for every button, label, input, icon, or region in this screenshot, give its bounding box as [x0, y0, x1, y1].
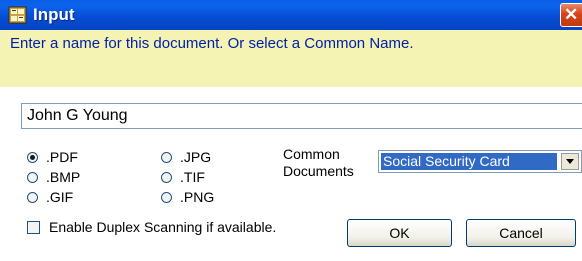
prompt-text: Enter a name for this document. Or selec…	[10, 35, 414, 52]
format-radio-tif[interactable]: .TIF	[161, 169, 205, 185]
duplex-checkbox[interactable]	[27, 220, 40, 234]
close-button[interactable]: ✕	[560, 3, 582, 27]
radio-button[interactable]	[27, 171, 38, 183]
common-documents-label: Common Documents	[283, 146, 354, 180]
common-documents-select[interactable]: Social Security Card	[378, 150, 582, 173]
dropdown-button[interactable]	[561, 153, 579, 170]
common-documents-label-line2: Documents	[283, 163, 354, 179]
format-radio-png[interactable]: .PNG	[161, 189, 214, 205]
format-radio-bmp[interactable]: .BMP	[27, 169, 80, 185]
format-label: .JPG	[180, 149, 212, 165]
radio-button[interactable]	[161, 151, 172, 163]
radio-button[interactable]	[161, 171, 172, 183]
format-radio-pdf[interactable]: .PDF	[27, 149, 78, 165]
radio-button-selected[interactable]	[27, 151, 38, 163]
format-label: .BMP	[46, 169, 81, 185]
input-dialog: Input ✕ Enter a name for this document. …	[0, 0, 582, 261]
radio-button[interactable]	[27, 191, 38, 203]
close-icon: ✕	[564, 5, 579, 24]
cancel-button[interactable]: Cancel	[466, 219, 576, 247]
radio-button[interactable]	[161, 191, 172, 203]
duplex-checkbox-row[interactable]: Enable Duplex Scanning if available.	[27, 219, 276, 235]
common-documents-label-line1: Common	[283, 146, 340, 162]
format-label: .TIF	[180, 169, 205, 185]
format-label: .PNG	[180, 189, 215, 205]
app-icon	[8, 6, 27, 24]
ok-button[interactable]: OK	[347, 219, 452, 247]
format-label: .GIF	[46, 189, 74, 205]
window-title: Input	[33, 5, 75, 24]
format-radio-gif[interactable]: .GIF	[27, 189, 73, 205]
title-bar[interactable]: Input ✕	[0, 0, 582, 30]
duplex-label: Enable Duplex Scanning if available.	[49, 219, 277, 235]
common-documents-selected-value: Social Security Card	[381, 153, 557, 170]
format-label: .PDF	[46, 149, 78, 165]
document-name-input[interactable]	[21, 103, 582, 129]
format-radio-jpg[interactable]: .JPG	[161, 149, 211, 165]
chevron-down-icon	[566, 159, 574, 164]
